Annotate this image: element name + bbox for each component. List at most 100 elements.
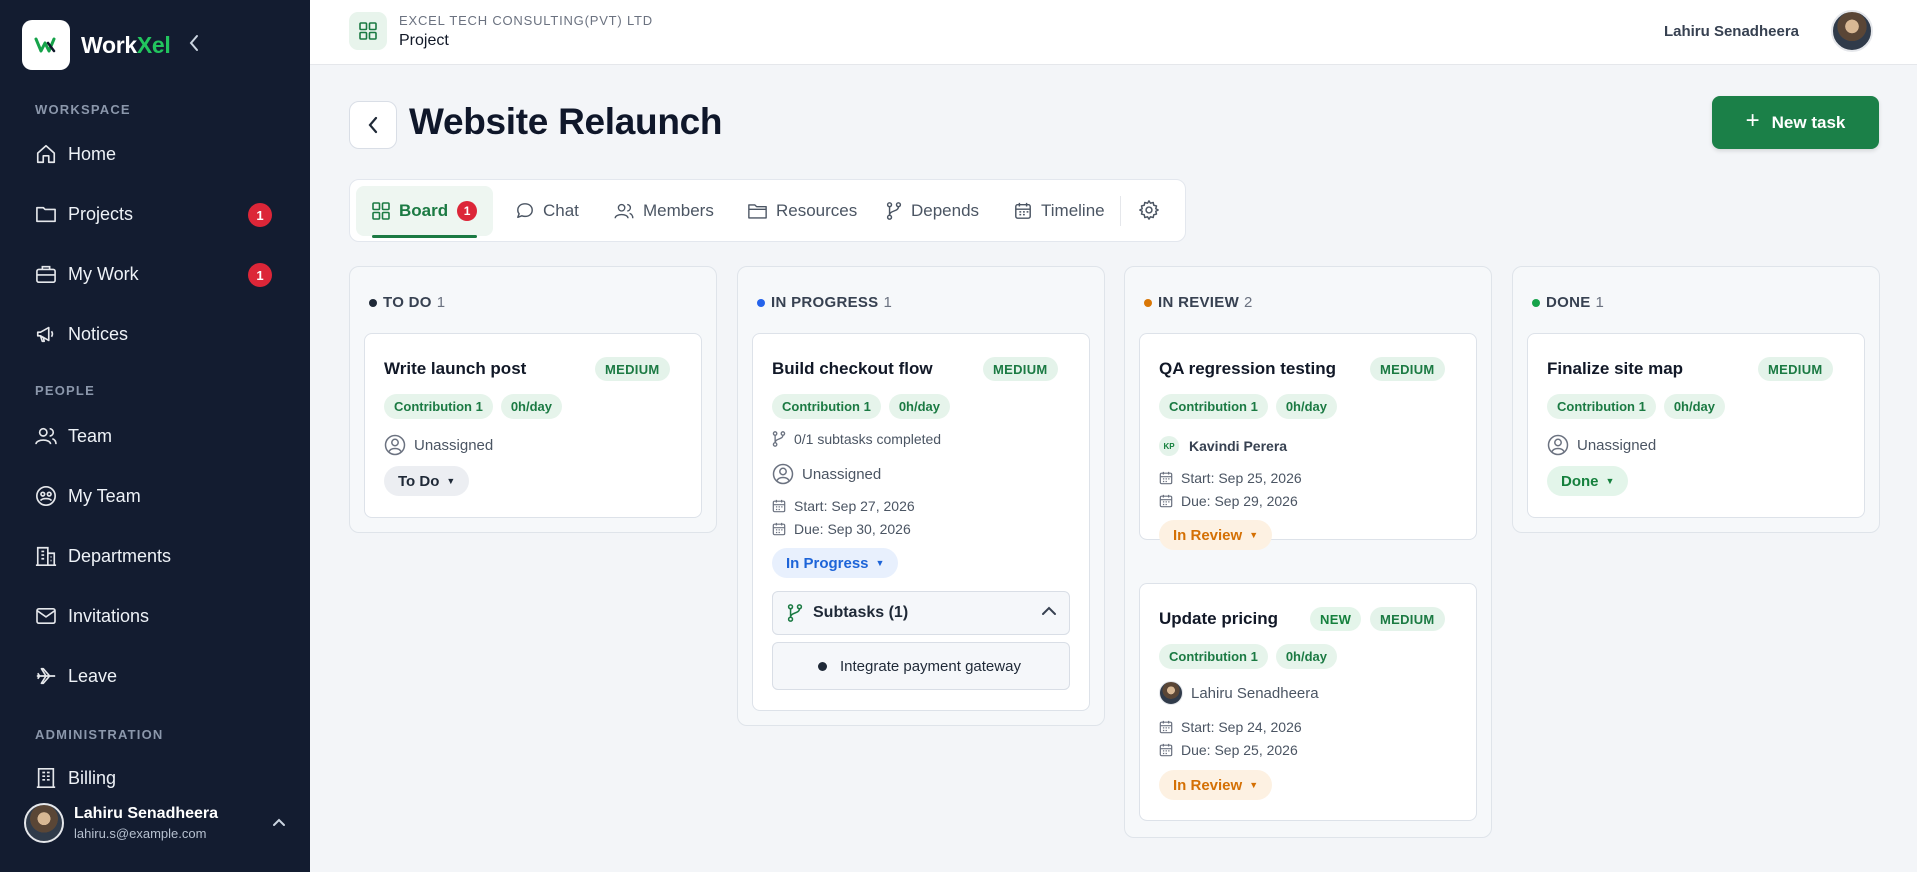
- assignee-initials: KP: [1159, 436, 1179, 456]
- rate-chip: 0h/day: [1275, 394, 1338, 419]
- collapse-sidebar-button[interactable]: [188, 34, 200, 58]
- caret-down-icon: ▼: [1605, 476, 1615, 486]
- sidebar-user-name: Lahiru Senadheera: [74, 805, 219, 822]
- column-in-progress: IN PROGRESS 1 Build checkout flow MEDIUM…: [737, 266, 1105, 726]
- column-title: IN PROGRESS: [771, 294, 879, 311]
- sidebar-item-my-work[interactable]: My Work 1: [34, 254, 274, 294]
- section-label-administration: ADMINISTRATION: [35, 727, 164, 742]
- chevron-up-icon[interactable]: [272, 814, 286, 832]
- assignee[interactable]: Unassigned: [1547, 434, 1656, 456]
- user-circle-icon: [384, 434, 406, 456]
- priority-badge: MEDIUM: [1370, 357, 1445, 381]
- column-title: TO DO: [383, 294, 432, 311]
- mail-icon: [34, 604, 58, 628]
- sidebar-item-my-team[interactable]: My Team: [34, 476, 274, 516]
- section-label-workspace: WORKSPACE: [35, 102, 131, 117]
- branch-icon: [772, 431, 786, 447]
- header-user-name[interactable]: Lahiru Senadheera: [1664, 23, 1799, 40]
- new-task-button[interactable]: + New task: [1712, 96, 1879, 149]
- sidebar-user-menu[interactable]: Lahiru Senadheera lahiru.s@example.com: [24, 802, 286, 844]
- subtasks-toggle[interactable]: Subtasks (1): [772, 591, 1070, 635]
- status-dropdown[interactable]: In Progress ▼: [772, 548, 899, 578]
- calendar-icon: [1159, 471, 1173, 485]
- tab-chat[interactable]: Chat: [516, 186, 579, 236]
- contribution-chip: Contribution 1: [384, 394, 493, 419]
- assignee[interactable]: KP Kavindi Perera: [1159, 436, 1287, 456]
- company-name: EXCEL TECH CONSULTING(PVT) LTD: [399, 13, 653, 28]
- my-work-badge: 1: [248, 263, 272, 287]
- status-dropdown[interactable]: In Review ▼: [1159, 520, 1273, 550]
- tab-depends[interactable]: Depends: [886, 186, 979, 236]
- status-dropdown[interactable]: Done ▼: [1547, 466, 1629, 496]
- card-title: Finalize site map: [1547, 359, 1684, 378]
- card-title: QA regression testing: [1159, 359, 1336, 378]
- sidebar-item-invitations[interactable]: Invitations: [34, 596, 274, 636]
- task-card[interactable]: Write launch post MEDIUM Contribution 1 …: [364, 333, 702, 518]
- sidebar-item-team[interactable]: Team: [34, 416, 274, 456]
- rate-chip: 0h/day: [888, 394, 951, 419]
- column-todo: TO DO 1 Write launch post MEDIUM Contrib…: [349, 266, 717, 533]
- caret-down-icon: ▼: [1249, 530, 1259, 540]
- status-dropdown[interactable]: In Review ▼: [1159, 770, 1273, 800]
- rate-chip: 0h/day: [500, 394, 563, 419]
- priority-badge: MEDIUM: [983, 357, 1058, 381]
- task-card[interactable]: Update pricing NEW MEDIUM Contribution 1…: [1139, 583, 1477, 821]
- grid-icon: [349, 12, 387, 50]
- page-title: Website Relaunch: [409, 101, 723, 142]
- user-circle-icon: [772, 463, 794, 485]
- calendar-icon: [772, 499, 786, 513]
- folder-icon: [34, 202, 58, 226]
- status-dot: [369, 298, 377, 307]
- column-count: 1: [1595, 294, 1605, 311]
- sidebar-item-home[interactable]: Home: [34, 134, 274, 174]
- contribution-chip: Contribution 1: [772, 394, 881, 419]
- status-dot: [1144, 298, 1152, 307]
- status-dot: [1532, 298, 1540, 307]
- rate-chip: 0h/day: [1275, 644, 1338, 669]
- column-count: 2: [1244, 294, 1253, 311]
- tab-timeline[interactable]: Timeline: [1014, 186, 1105, 236]
- settings-gear-icon[interactable]: [1138, 199, 1160, 226]
- project-tabs: Board 1 Chat Members Resources Depends T…: [349, 179, 1186, 242]
- new-badge: NEW: [1310, 607, 1362, 631]
- calendar-icon: [1014, 202, 1032, 220]
- column-title: DONE: [1546, 294, 1591, 311]
- column-count: 1: [436, 294, 446, 311]
- contribution-chip: Contribution 1: [1159, 644, 1268, 669]
- users-icon: [34, 424, 58, 448]
- sidebar-item-billing[interactable]: Billing: [34, 758, 274, 798]
- task-card[interactable]: Finalize site map MEDIUM Contribution 1 …: [1527, 333, 1865, 518]
- contribution-chip: Contribution 1: [1547, 394, 1656, 419]
- column-in-review: IN REVIEW 2 QA regression testing MEDIUM…: [1124, 266, 1492, 838]
- top-bar: EXCEL TECH CONSULTING(PVT) LTD Project L…: [310, 0, 1917, 65]
- tab-board[interactable]: Board 1: [356, 186, 494, 238]
- calendar-icon: [1159, 743, 1173, 757]
- priority-badge: MEDIUM: [595, 357, 670, 381]
- chevron-left-icon: [189, 35, 198, 51]
- sidebar-item-departments[interactable]: Departments: [34, 536, 274, 576]
- header-avatar[interactable]: [1831, 10, 1873, 52]
- workxel-logo-icon: [22, 20, 70, 70]
- subtask-item[interactable]: Integrate payment gateway: [772, 642, 1070, 690]
- status-dropdown[interactable]: To Do ▼: [384, 466, 470, 496]
- column-title: IN REVIEW: [1158, 294, 1240, 311]
- billing-icon: [34, 766, 58, 790]
- task-card[interactable]: Build checkout flow MEDIUM Contribution …: [752, 333, 1090, 711]
- assignee[interactable]: Lahiru Senadheera: [1159, 681, 1319, 705]
- back-button[interactable]: [349, 101, 397, 149]
- priority-badge: MEDIUM: [1370, 607, 1445, 631]
- tab-members[interactable]: Members: [614, 186, 714, 236]
- brand[interactable]: WorkXel: [22, 20, 171, 70]
- column-count: 1: [883, 294, 893, 311]
- calendar-icon: [1159, 720, 1173, 734]
- sidebar-item-projects[interactable]: Projects 1: [34, 194, 274, 234]
- start-date: Start: Sep 24, 2026: [1159, 719, 1302, 735]
- assignee[interactable]: Unassigned: [772, 463, 881, 485]
- bullet-icon: [818, 661, 827, 671]
- megaphone-icon: [34, 322, 58, 346]
- task-card[interactable]: QA regression testing MEDIUM Contributio…: [1139, 333, 1477, 550]
- sidebar-item-leave[interactable]: Leave: [34, 656, 274, 696]
- sidebar-item-notices[interactable]: Notices: [34, 314, 274, 354]
- assignee[interactable]: Unassigned: [384, 434, 493, 456]
- tab-resources[interactable]: Resources: [748, 186, 857, 236]
